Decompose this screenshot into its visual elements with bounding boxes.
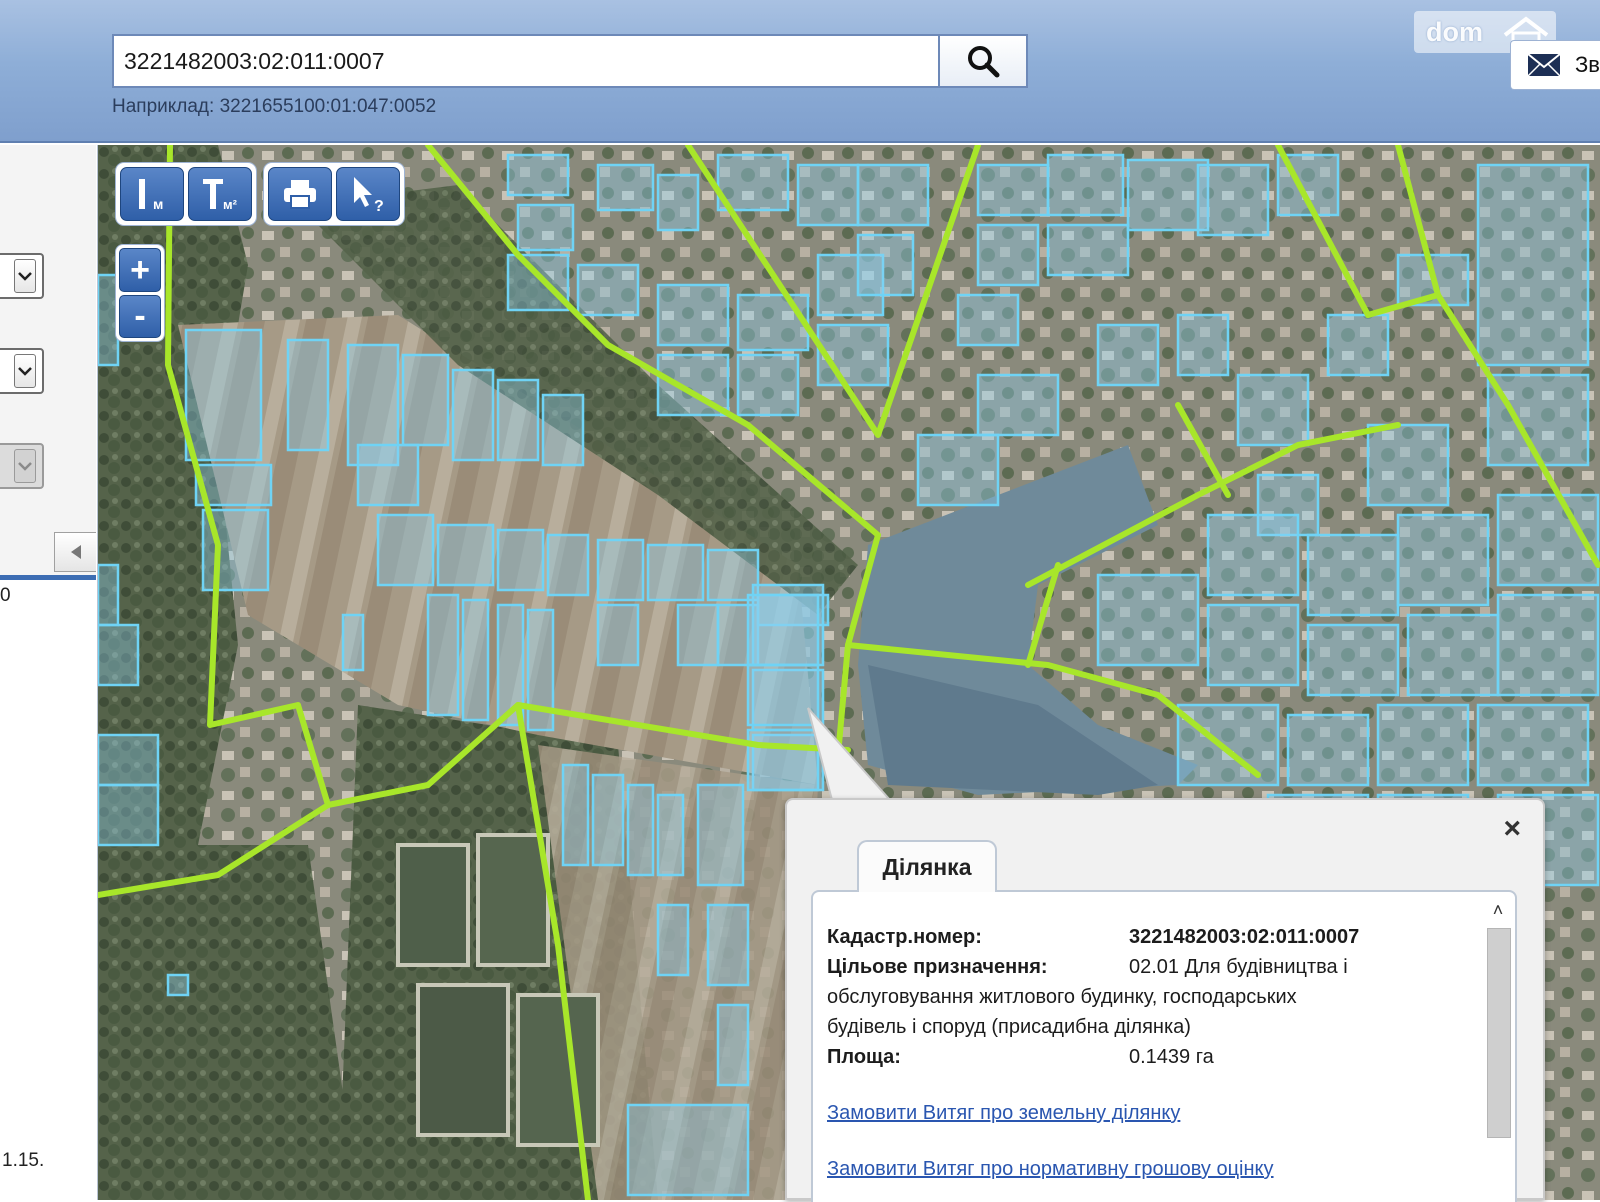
cadastral-label: Кадастр.номер:: [827, 926, 982, 948]
parcel-info-popup: × Ділянка Кадастр.номер: 3221482003:02:0…: [785, 798, 1545, 1202]
collapse-panel-button[interactable]: [54, 532, 96, 572]
purpose-value: 02.01 Для будівництва і: [1129, 956, 1348, 978]
svg-text:?: ?: [374, 198, 384, 213]
area-value: 0.1439 га: [1129, 1046, 1214, 1068]
identify-cursor-icon: ?: [354, 177, 384, 213]
version-text: 1.15.: [2, 1150, 45, 1171]
area-row: Площа: 0.1439 га: [827, 1042, 1487, 1072]
popup-scrollbar[interactable]: ˄: [1485, 898, 1511, 1198]
layer-select-1[interactable]: [0, 253, 44, 299]
cadastral-value: 3221482003:02:011:0007: [1129, 926, 1360, 948]
popup-content: Кадастр.номер: 3221482003:02:011:0007 Ці…: [811, 890, 1517, 1202]
tab-parcel[interactable]: Ділянка: [857, 840, 997, 892]
svg-text:м: м: [153, 196, 163, 212]
purpose-label: Цільове призначення:: [827, 956, 1048, 978]
chevron-left-icon: [70, 545, 81, 559]
parcel-attributes: Кадастр.номер: 3221482003:02:011:0007 Ці…: [827, 922, 1487, 1072]
area-label: Площа:: [827, 1046, 901, 1068]
measure-area-icon: м²: [203, 179, 238, 212]
close-icon[interactable]: ×: [1503, 814, 1521, 844]
svg-text:м²: м²: [223, 197, 238, 212]
feedback-label: Зв: [1575, 52, 1600, 77]
scroll-up-icon[interactable]: ˄: [1485, 898, 1511, 922]
order-valuation-extract-link[interactable]: Замовити Витяг про нормативну грошову оц…: [827, 1158, 1274, 1181]
layer-select-3[interactable]: [0, 443, 44, 489]
identify-button[interactable]: ?: [336, 167, 400, 221]
zoom-control: + -: [116, 245, 164, 341]
purpose-value-continued-2: будівель і споруд (присадибна ділянка): [827, 1016, 1191, 1038]
scale-fragment: 0: [0, 585, 11, 606]
feedback-button[interactable]: Зв: [1510, 40, 1600, 90]
left-panel-controls: [0, 145, 96, 577]
measure-distance-icon: м: [139, 179, 163, 212]
scroll-thumb[interactable]: [1487, 928, 1511, 1138]
search-button[interactable]: [938, 34, 1028, 88]
measure-area-button[interactable]: м²: [188, 167, 252, 221]
tools-toolbar: ?: [264, 163, 404, 225]
zoom-out-button[interactable]: -: [119, 294, 161, 338]
watermark-text: dom: [1426, 16, 1483, 47]
left-panel: 0: [0, 145, 98, 1200]
search-example-hint: Наприклад: 3221655100:01:047:0052: [112, 96, 437, 117]
envelope-icon: [1527, 53, 1561, 77]
zoom-in-button[interactable]: +: [119, 248, 161, 292]
chevron-down-icon: [14, 354, 36, 388]
order-parcel-extract-link[interactable]: Замовити Витяг про земельну ділянку: [827, 1102, 1180, 1125]
cadastral-row: Кадастр.номер: 3221482003:02:011:0007: [827, 922, 1487, 952]
measure-toolbar: м м²: [116, 163, 256, 225]
panel-divider: [0, 575, 96, 580]
purpose-row: Цільове призначення: 02.01 Для будівницт…: [827, 952, 1487, 982]
layer-select-2[interactable]: [0, 348, 44, 394]
print-icon: [284, 180, 316, 209]
print-button[interactable]: [268, 167, 332, 221]
search-icon: [968, 46, 1000, 78]
chevron-down-icon: [14, 449, 36, 483]
chevron-down-icon: [14, 259, 36, 293]
purpose-value-continued: обслуговування житлового будинку, господ…: [827, 986, 1297, 1008]
top-bar: Наприклад: 3221655100:01:047:0052 dom Зв: [0, 0, 1600, 143]
cadastral-search-input[interactable]: [112, 34, 938, 88]
measure-distance-button[interactable]: м: [120, 167, 184, 221]
